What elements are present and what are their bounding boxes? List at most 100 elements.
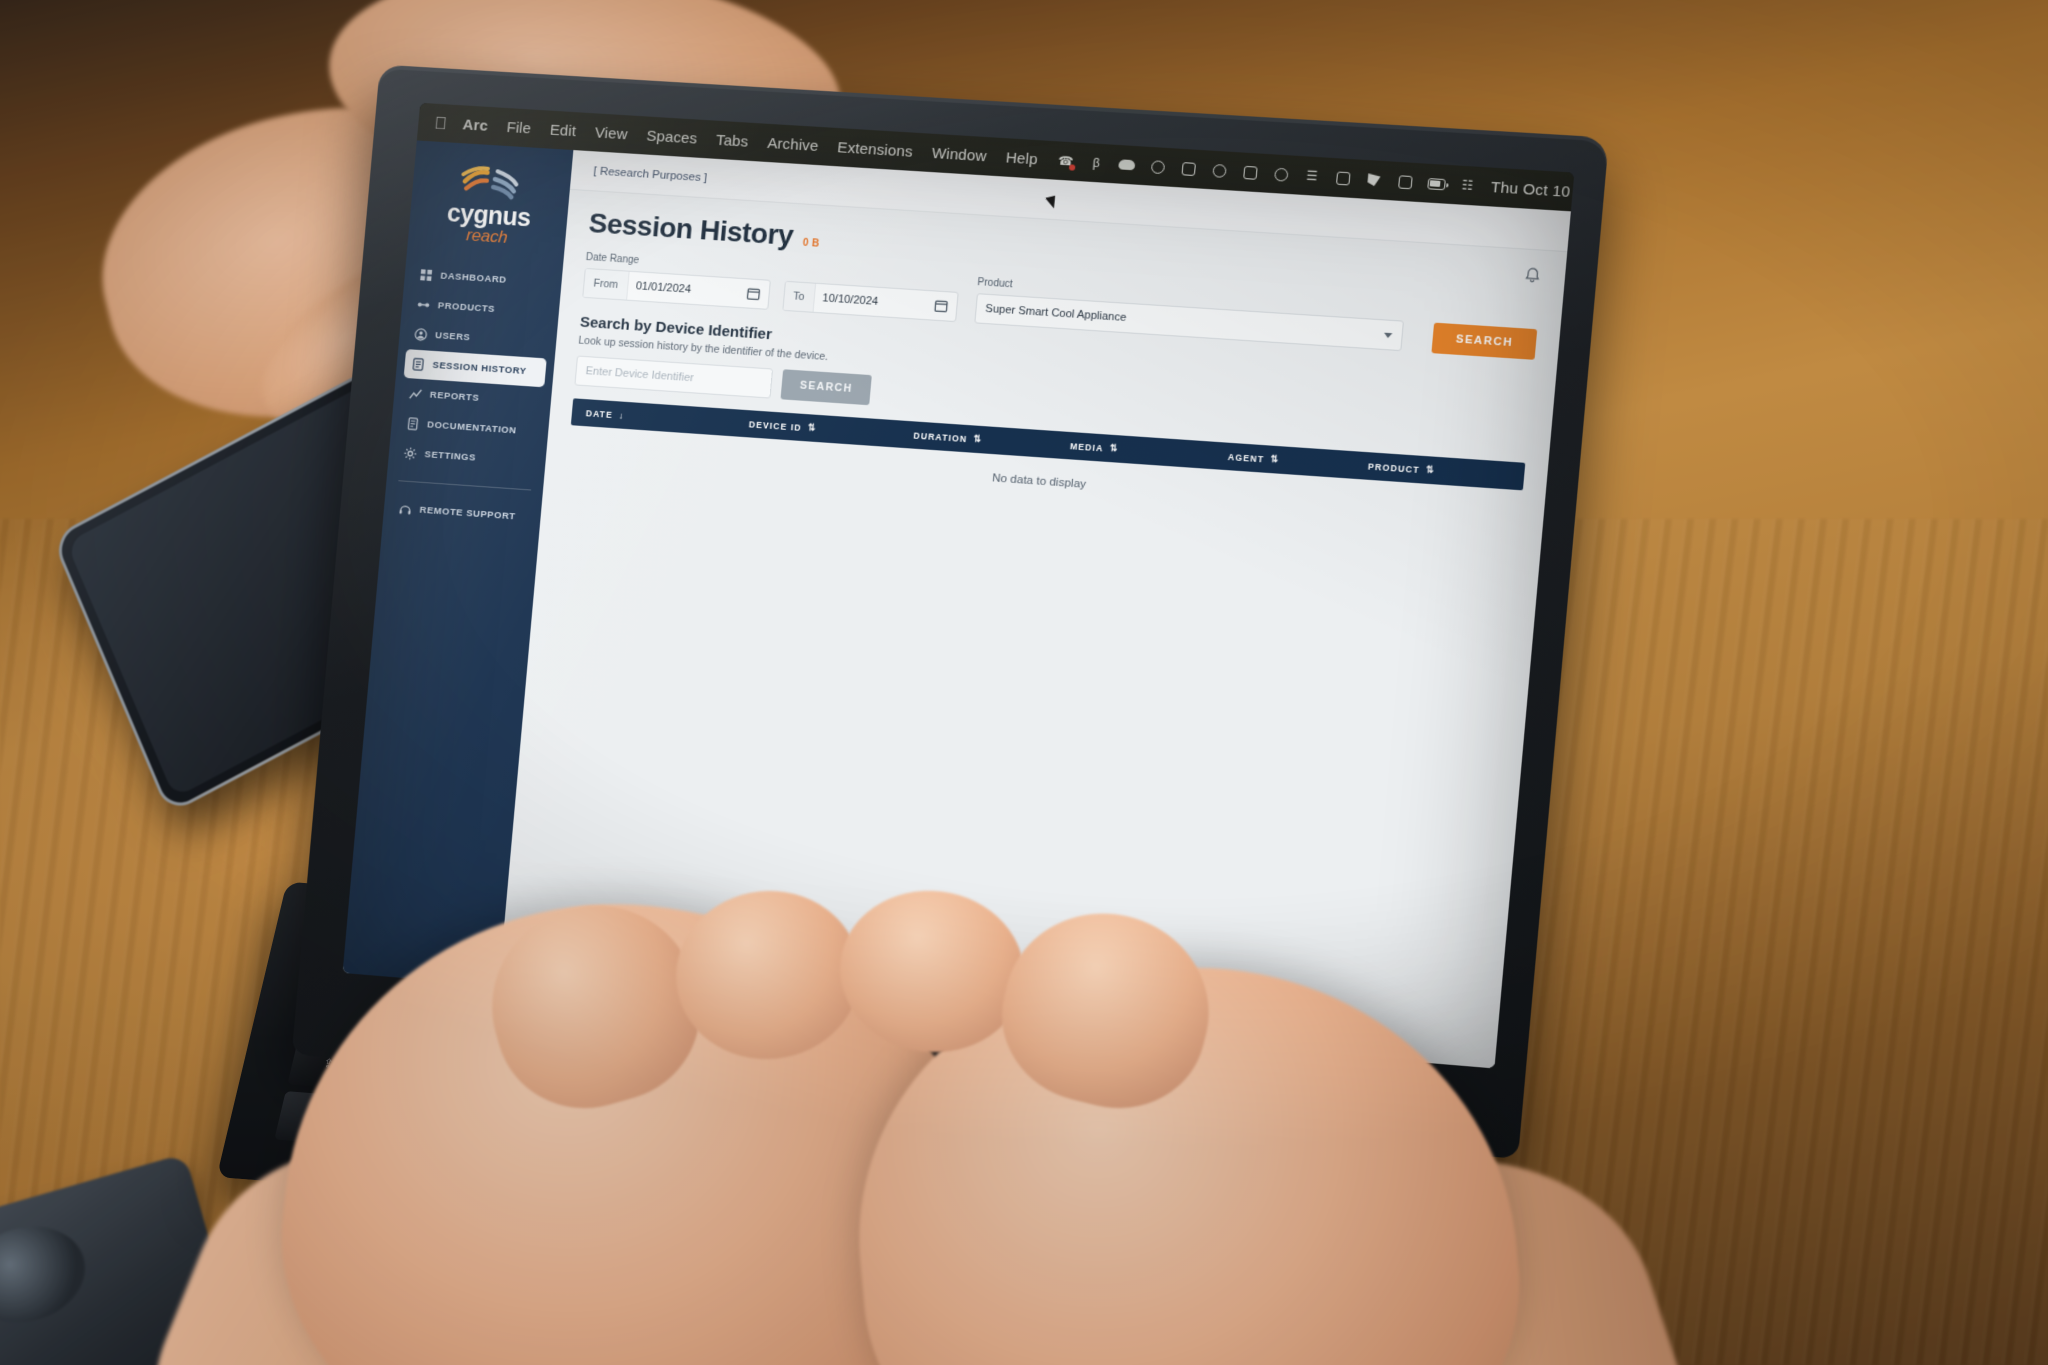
menu-item-arc[interactable]: Arc	[462, 116, 489, 134]
column-label: PRODUCT	[1367, 460, 1421, 475]
to-date-input[interactable]	[813, 291, 935, 312]
menu-item-archive[interactable]: Archive	[767, 134, 820, 154]
wifi-lock-icon[interactable]	[1210, 162, 1229, 178]
arc-icon[interactable]	[1365, 172, 1384, 188]
column-label: DEVICE ID	[748, 418, 803, 433]
empty-message: No data to display	[991, 472, 1087, 491]
column-label: DATE	[585, 407, 614, 420]
globe-sync-icon[interactable]	[1148, 159, 1167, 175]
column-header-device-id[interactable]: DEVICE ID ⇅	[749, 418, 914, 440]
column-label: DURATION	[913, 429, 968, 444]
column-header-date[interactable]: DATE ↓	[586, 408, 750, 429]
notification-bell-icon[interactable]	[1522, 266, 1542, 286]
search-button[interactable]: SEARCH	[1431, 322, 1538, 360]
battery-status-icon[interactable]	[1396, 174, 1415, 190]
battery-icon[interactable]	[1426, 175, 1446, 191]
sort-icon: ⇅	[972, 433, 981, 445]
menu-item-view[interactable]: View	[594, 124, 628, 143]
breadcrumb: [ Research Purposes ]	[593, 164, 708, 184]
chart-line-icon	[409, 387, 423, 401]
device-search-button[interactable]: SEARCH	[780, 369, 873, 406]
cygnus-reach-app: cygnus reach DASHBOARD PRODUCTS USERS SE…	[342, 140, 1571, 1069]
column-header-product[interactable]: PRODUCT ⇅	[1368, 460, 1510, 481]
key[interactable]	[1293, 1169, 1377, 1224]
sidebar-footer-nav: REMOTE SUPPORT	[383, 493, 542, 533]
control-center-icon[interactable]: ☷	[1458, 177, 1477, 193]
sidebar-item-label: DASHBOARD	[440, 270, 508, 286]
laptop:  Arc File Edit View Spaces Tabs Archive…	[291, 64, 1610, 1159]
menu-item-extensions[interactable]: Extensions	[837, 139, 914, 161]
sort-icon: ⇅	[807, 422, 815, 433]
apple-logo-icon[interactable]: 	[433, 113, 447, 133]
column-header-duration[interactable]: DURATION ⇅	[913, 429, 1071, 451]
product-select-value: Super Smart Cool Appliance	[984, 302, 1127, 325]
user-circle-icon	[414, 327, 428, 341]
history-list-icon	[411, 357, 425, 371]
cygnus-swirl-logo-icon	[456, 163, 528, 201]
key[interactable]: V	[587, 1115, 671, 1170]
key[interactable]: /	[1058, 1151, 1142, 1206]
status-badge: 0 B	[802, 237, 821, 250]
key[interactable]: ⇧	[1137, 1157, 1220, 1212]
from-date-input[interactable]	[627, 279, 747, 300]
remote-support-icon	[398, 502, 412, 515]
key[interactable]: X	[430, 1103, 514, 1157]
dashboard-grid-icon	[420, 268, 433, 281]
column-label: AGENT	[1227, 451, 1265, 464]
soundwave-icon[interactable]: ☰	[1303, 168, 1322, 184]
key[interactable]: Z	[352, 1097, 436, 1151]
sidebar-item-remote-support[interactable]: REMOTE SUPPORT	[391, 493, 534, 532]
sidebar-item-label: REPORTS	[429, 389, 480, 404]
settings-circle-icon[interactable]	[1272, 166, 1291, 182]
sort-icon: ⇅	[1269, 453, 1278, 465]
from-date-field[interactable]: From	[582, 267, 771, 310]
to-label: To	[782, 281, 816, 312]
document-icon	[406, 417, 420, 431]
column-header-media[interactable]: MEDIA ⇅	[1070, 440, 1229, 462]
sidebar-nav: DASHBOARD PRODUCTS USERS SESSION HISTORY…	[388, 259, 563, 477]
menu-item-tabs[interactable]: Tabs	[715, 131, 749, 150]
chevron-down-icon	[1383, 332, 1393, 338]
window-split-icon[interactable]	[1334, 170, 1353, 186]
from-label: From	[583, 268, 630, 300]
column-label: MEDIA	[1069, 440, 1105, 454]
sort-icon: ⇅	[1109, 442, 1117, 454]
bluetooth-icon[interactable]: β	[1087, 155, 1106, 171]
key[interactable]: C	[509, 1109, 593, 1163]
outlook-icon[interactable]	[1179, 160, 1198, 176]
sort-icon: ↓	[618, 409, 623, 421]
footer-contact-link[interactable]: Contact	[523, 952, 562, 967]
calendar-icon[interactable]	[933, 298, 948, 313]
menu-item-edit[interactable]: Edit	[549, 121, 577, 140]
key[interactable]: N	[744, 1127, 828, 1182]
photo-scene: ~ 1 2 3 4 5 6 7 8 9 0 - = ⌫ ⇥ Q W E R T …	[0, 0, 2048, 1365]
sidebar-item-label: REMOTE SUPPORT	[419, 504, 517, 523]
device-identifier-input[interactable]	[574, 355, 774, 399]
menubar-clock[interactable]: Thu Oct 10 2:23 PM	[1490, 178, 1574, 204]
phone-missed-icon[interactable]: ☎	[1056, 153, 1076, 171]
gear-icon	[403, 446, 417, 460]
calendar-icon[interactable]	[745, 286, 760, 301]
app-logo[interactable]: cygnus reach	[406, 152, 572, 269]
key[interactable]: ⇧	[273, 1091, 357, 1145]
menu-item-window[interactable]: Window	[931, 144, 987, 164]
sort-icon: ⇅	[1425, 464, 1434, 475]
cloud-icon[interactable]	[1118, 157, 1137, 173]
laptop-screen:  Arc File Edit View Spaces Tabs Archive…	[342, 102, 1575, 1069]
menu-item-file[interactable]: File	[506, 119, 532, 137]
sidebar-item-label: PRODUCTS	[437, 300, 496, 315]
key[interactable]	[1215, 1163, 1299, 1218]
key[interactable]: .	[980, 1145, 1063, 1200]
sidebar-divider	[398, 479, 532, 491]
menu-item-spaces[interactable]: Spaces	[646, 127, 698, 147]
to-date-field[interactable]: To	[781, 280, 959, 323]
page-title: Session History	[587, 207, 795, 252]
date-range-group: Date Range From 01/01/2024 To 10/10/2024	[582, 252, 960, 323]
key[interactable]: ,	[901, 1139, 985, 1194]
key[interactable]: B	[666, 1121, 750, 1176]
menu-item-help[interactable]: Help	[1005, 149, 1038, 168]
key[interactable]: M	[823, 1133, 907, 1188]
drive-icon[interactable]	[1241, 164, 1260, 180]
sidebar-item-label: DOCUMENTATION	[426, 419, 518, 437]
column-header-agent[interactable]: AGENT ⇅	[1227, 451, 1368, 472]
